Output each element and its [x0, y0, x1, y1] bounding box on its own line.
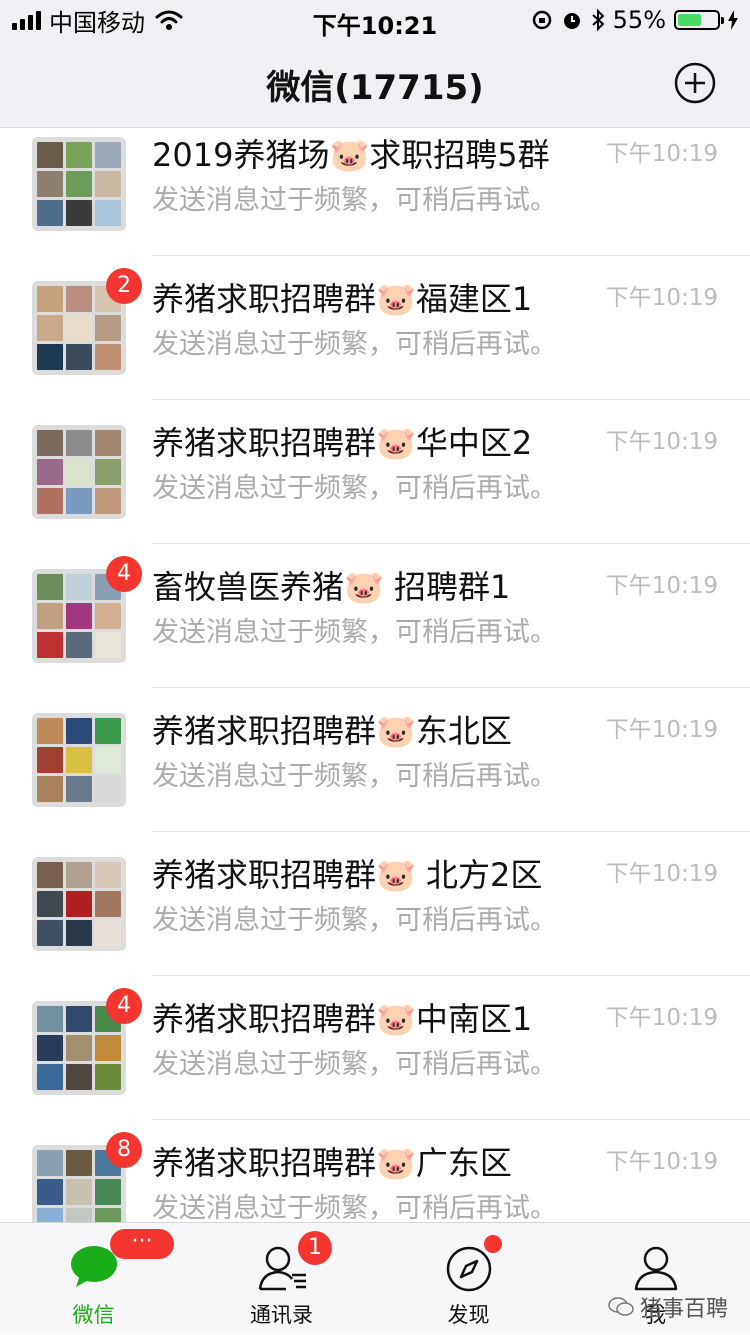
chat-last-message: 发送消息过于频繁，可稍后再试。 [152, 185, 557, 216]
chat-row[interactable]: 4 养猪求职招聘群🐷中南区1 发送消息过于频繁，可稍后再试。 下午10:19 [0, 976, 750, 1120]
unread-badge: 4 [106, 556, 142, 592]
tab-discover[interactable]: 发现 [375, 1223, 562, 1335]
status-bar: 中国移动 下午10:21 55% [0, 0, 750, 40]
add-plus-button[interactable] [674, 62, 716, 104]
tab-discover-dot [484, 1235, 502, 1253]
chat-time: 下午10:19 [605, 429, 718, 455]
chat-time: 下午10:19 [605, 285, 718, 311]
watermark: 猪事百聘 [608, 1291, 728, 1323]
nav-bar: 微信(17715) [0, 40, 750, 128]
chat-row[interactable]: 养猪求职招聘群🐷 北方2区 发送消息过于频繁，可稍后再试。 下午10:19 [0, 832, 750, 976]
chat-row[interactable]: 4 畜牧兽医养猪🐷 招聘群1 发送消息过于频繁，可稍后再试。 下午10:19 [0, 544, 750, 688]
battery-icon [674, 10, 724, 30]
chat-row[interactable]: 养猪求职招聘群🐷东北区 发送消息过于频繁，可稍后再试。 下午10:19 [0, 688, 750, 832]
chat-last-message: 发送消息过于频繁，可稍后再试。 [152, 905, 557, 936]
wechat-logo-icon [608, 1297, 634, 1316]
chat-last-message: 发送消息过于频繁，可稍后再试。 [152, 1193, 557, 1222]
chat-name: 养猪求职招聘群🐷广东区 [152, 1144, 512, 1182]
chat-list[interactable]: 2019养猪场🐷求职招聘5群 发送消息过于频繁，可稍后再试。 下午10:19 2… [0, 128, 750, 1222]
tab-discover-label: 发现 [447, 1303, 490, 1327]
tab-bar: ··· 微信 1 通讯录 发现 我 猪事百聘 [0, 1222, 750, 1334]
group-avatar [32, 425, 126, 519]
chat-time: 下午10:19 [605, 573, 718, 599]
tab-contacts-label: 通讯录 [250, 1303, 313, 1327]
tab-chats[interactable]: ··· 微信 [0, 1223, 187, 1335]
chat-name: 养猪求职招聘群🐷 北方2区 [152, 856, 543, 894]
chat-name: 养猪求职招聘群🐷华中区2 [152, 424, 533, 462]
chat-row[interactable]: 2019养猪场🐷求职招聘5群 发送消息过于频繁，可稍后再试。 下午10:19 [0, 128, 750, 256]
chat-row[interactable]: 养猪求职招聘群🐷华中区2 发送消息过于频繁，可稍后再试。 下午10:19 [0, 400, 750, 544]
unread-badge: 4 [106, 988, 142, 1024]
chat-last-message: 发送消息过于频繁，可稍后再试。 [152, 617, 557, 648]
chat-name: 畜牧兽医养猪🐷 招聘群1 [152, 568, 511, 606]
chat-time: 下午10:19 [605, 717, 718, 743]
chat-last-message: 发送消息过于频繁，可稍后再试。 [152, 329, 557, 360]
chat-last-message: 发送消息过于频繁，可稍后再试。 [152, 473, 557, 504]
rotation-lock-icon [532, 10, 551, 30]
chat-last-message: 发送消息过于频繁，可稍后再试。 [152, 761, 557, 792]
chat-last-message: 发送消息过于频繁，可稍后再试。 [152, 1049, 557, 1080]
group-avatar [32, 713, 126, 807]
chat-name: 2019养猪场🐷求职招聘5群 [152, 136, 550, 174]
tab-contacts-badge: 1 [298, 1231, 332, 1265]
tab-chats-badge: ··· [110, 1229, 174, 1259]
battery-percent: 55% [612, 6, 666, 34]
chat-row[interactable]: 2 养猪求职招聘群🐷福建区1 发送消息过于频繁，可稍后再试。 下午10:19 [0, 256, 750, 400]
person-icon [634, 1246, 678, 1291]
chat-bubble-icon [71, 1246, 117, 1287]
alarm-icon [563, 13, 580, 29]
page-title: 微信(17715) [266, 68, 484, 108]
chat-time: 下午10:19 [605, 1149, 718, 1175]
watermark-text: 猪事百聘 [639, 1297, 728, 1322]
compass-icon [446, 1246, 492, 1292]
chat-name: 养猪求职招聘群🐷东北区 [152, 712, 512, 750]
group-avatar [32, 137, 126, 231]
unread-badge: 2 [106, 268, 142, 304]
chat-name: 养猪求职招聘群🐷中南区1 [152, 1000, 533, 1038]
group-avatar [32, 857, 126, 951]
chat-name: 养猪求职招聘群🐷福建区1 [152, 280, 533, 318]
bluetooth-icon [591, 8, 605, 32]
charging-icon [728, 10, 738, 30]
chat-row[interactable]: 8 养猪求职招聘群🐷广东区 发送消息过于频繁，可稍后再试。 下午10:19 [0, 1120, 750, 1222]
chat-time: 下午10:19 [605, 861, 718, 887]
tab-contacts[interactable]: 1 通讯录 [188, 1223, 375, 1335]
unread-badge: 8 [106, 1132, 142, 1168]
tab-chats-label: 微信 [72, 1303, 115, 1327]
chat-time: 下午10:19 [605, 1005, 718, 1031]
chat-time: 下午10:19 [605, 141, 718, 167]
